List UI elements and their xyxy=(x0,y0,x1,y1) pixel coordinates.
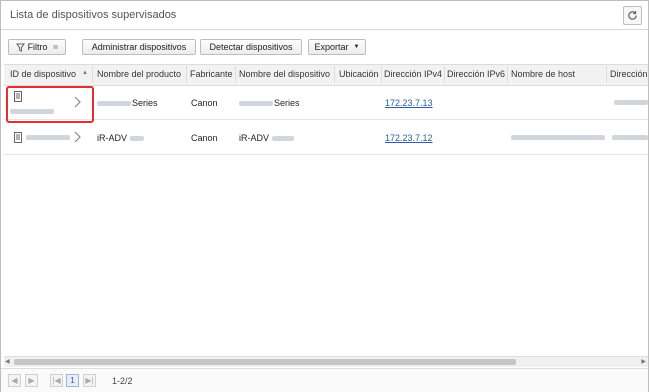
address-redacted xyxy=(614,100,648,105)
ipv4-link[interactable]: 172.23.7.13 xyxy=(385,98,433,108)
next-page-button[interactable]: ▶ xyxy=(25,374,38,387)
device-id-redacted xyxy=(26,135,70,140)
prev-page-button[interactable]: ◀ xyxy=(8,374,21,387)
chevron-right-icon[interactable] xyxy=(74,131,81,143)
device-icon xyxy=(14,132,22,143)
device-name-cell: Series xyxy=(239,98,300,108)
product-name-redacted xyxy=(97,101,131,107)
export-label: Exportar xyxy=(314,42,349,52)
page-range-text: 1-2/2 xyxy=(112,376,133,386)
hostname-redacted xyxy=(511,135,605,140)
manage-devices-button[interactable]: Administrar dispositivos xyxy=(82,39,196,55)
scrollbar-thumb[interactable] xyxy=(14,359,516,365)
col-manufacturer[interactable]: Fabricante xyxy=(190,69,233,79)
table-row[interactable]: iR-ADV Canon iR-ADV 172.23.7.12 xyxy=(4,120,648,155)
current-page[interactable]: 1 xyxy=(66,374,79,387)
device-name-redacted xyxy=(239,101,273,107)
export-dropdown-button[interactable]: Exportar ▼ xyxy=(308,39,366,55)
caret-down-icon: ▼ xyxy=(353,44,360,50)
col-device-name[interactable]: Nombre del dispositivo xyxy=(239,69,330,79)
table-row[interactable]: Series Canon Series 172.23.7.13 xyxy=(4,85,648,120)
col-product-name[interactable]: Nombre del producto xyxy=(97,69,181,79)
manage-devices-label: Administrar dispositivos xyxy=(91,42,187,52)
ipv4-link[interactable]: 172.23.7.12 xyxy=(385,133,433,143)
address-redacted xyxy=(612,135,648,140)
scroll-left-icon[interactable]: ◀ xyxy=(5,358,10,365)
device-name-cell: iR-ADV xyxy=(239,133,294,143)
pagination-bar: ◀ ▶ |◀ 1 ▶| 1-2/2 xyxy=(1,368,648,392)
panel-title: Lista de dispositivos supervisados xyxy=(10,9,177,21)
col-device-id[interactable]: ID de dispositivo xyxy=(10,69,76,79)
sort-asc-icon[interactable]: ▲ xyxy=(82,70,88,76)
col-address[interactable]: Dirección xyxy=(610,69,648,79)
manufacturer-cell: Canon xyxy=(191,98,218,108)
collapse-icon: ≣ xyxy=(52,44,59,51)
col-location[interactable]: Ubicación xyxy=(339,69,379,79)
col-ipv4[interactable]: Dirección IPv4 xyxy=(384,69,442,79)
detect-devices-button[interactable]: Detectar dispositivos xyxy=(200,39,302,55)
first-page-button[interactable]: |◀ xyxy=(50,374,63,387)
product-name-redacted xyxy=(129,136,144,142)
manufacturer-cell: Canon xyxy=(191,133,218,143)
toolbar: Filtro ≣ Administrar dispositivos Detect… xyxy=(1,30,648,62)
horizontal-scrollbar[interactable]: ◀ ▶ xyxy=(4,356,648,367)
monitored-device-list-panel: Lista de dispositivos supervisados Filtr… xyxy=(0,0,649,392)
filter-button[interactable]: Filtro ≣ xyxy=(8,39,66,55)
detect-devices-label: Detectar dispositivos xyxy=(209,42,293,52)
scroll-right-icon[interactable]: ▶ xyxy=(641,358,646,365)
product-name-cell: iR-ADV xyxy=(97,133,144,143)
filter-label: Filtro xyxy=(27,42,48,52)
device-name-redacted xyxy=(271,136,294,142)
col-hostname[interactable]: Nombre de host xyxy=(511,69,575,79)
product-name-cell: Series xyxy=(97,98,158,108)
col-ipv6[interactable]: Dirección IPv6 xyxy=(447,69,505,79)
last-page-button[interactable]: ▶| xyxy=(83,374,96,387)
filter-icon xyxy=(15,42,25,52)
selection-highlight xyxy=(6,86,94,123)
table-header: ID de dispositivo ▲ Nombre del producto … xyxy=(4,64,648,86)
panel-titlebar: Lista de dispositivos supervisados xyxy=(1,1,648,30)
refresh-icon xyxy=(628,11,637,20)
refresh-button[interactable] xyxy=(623,6,642,25)
